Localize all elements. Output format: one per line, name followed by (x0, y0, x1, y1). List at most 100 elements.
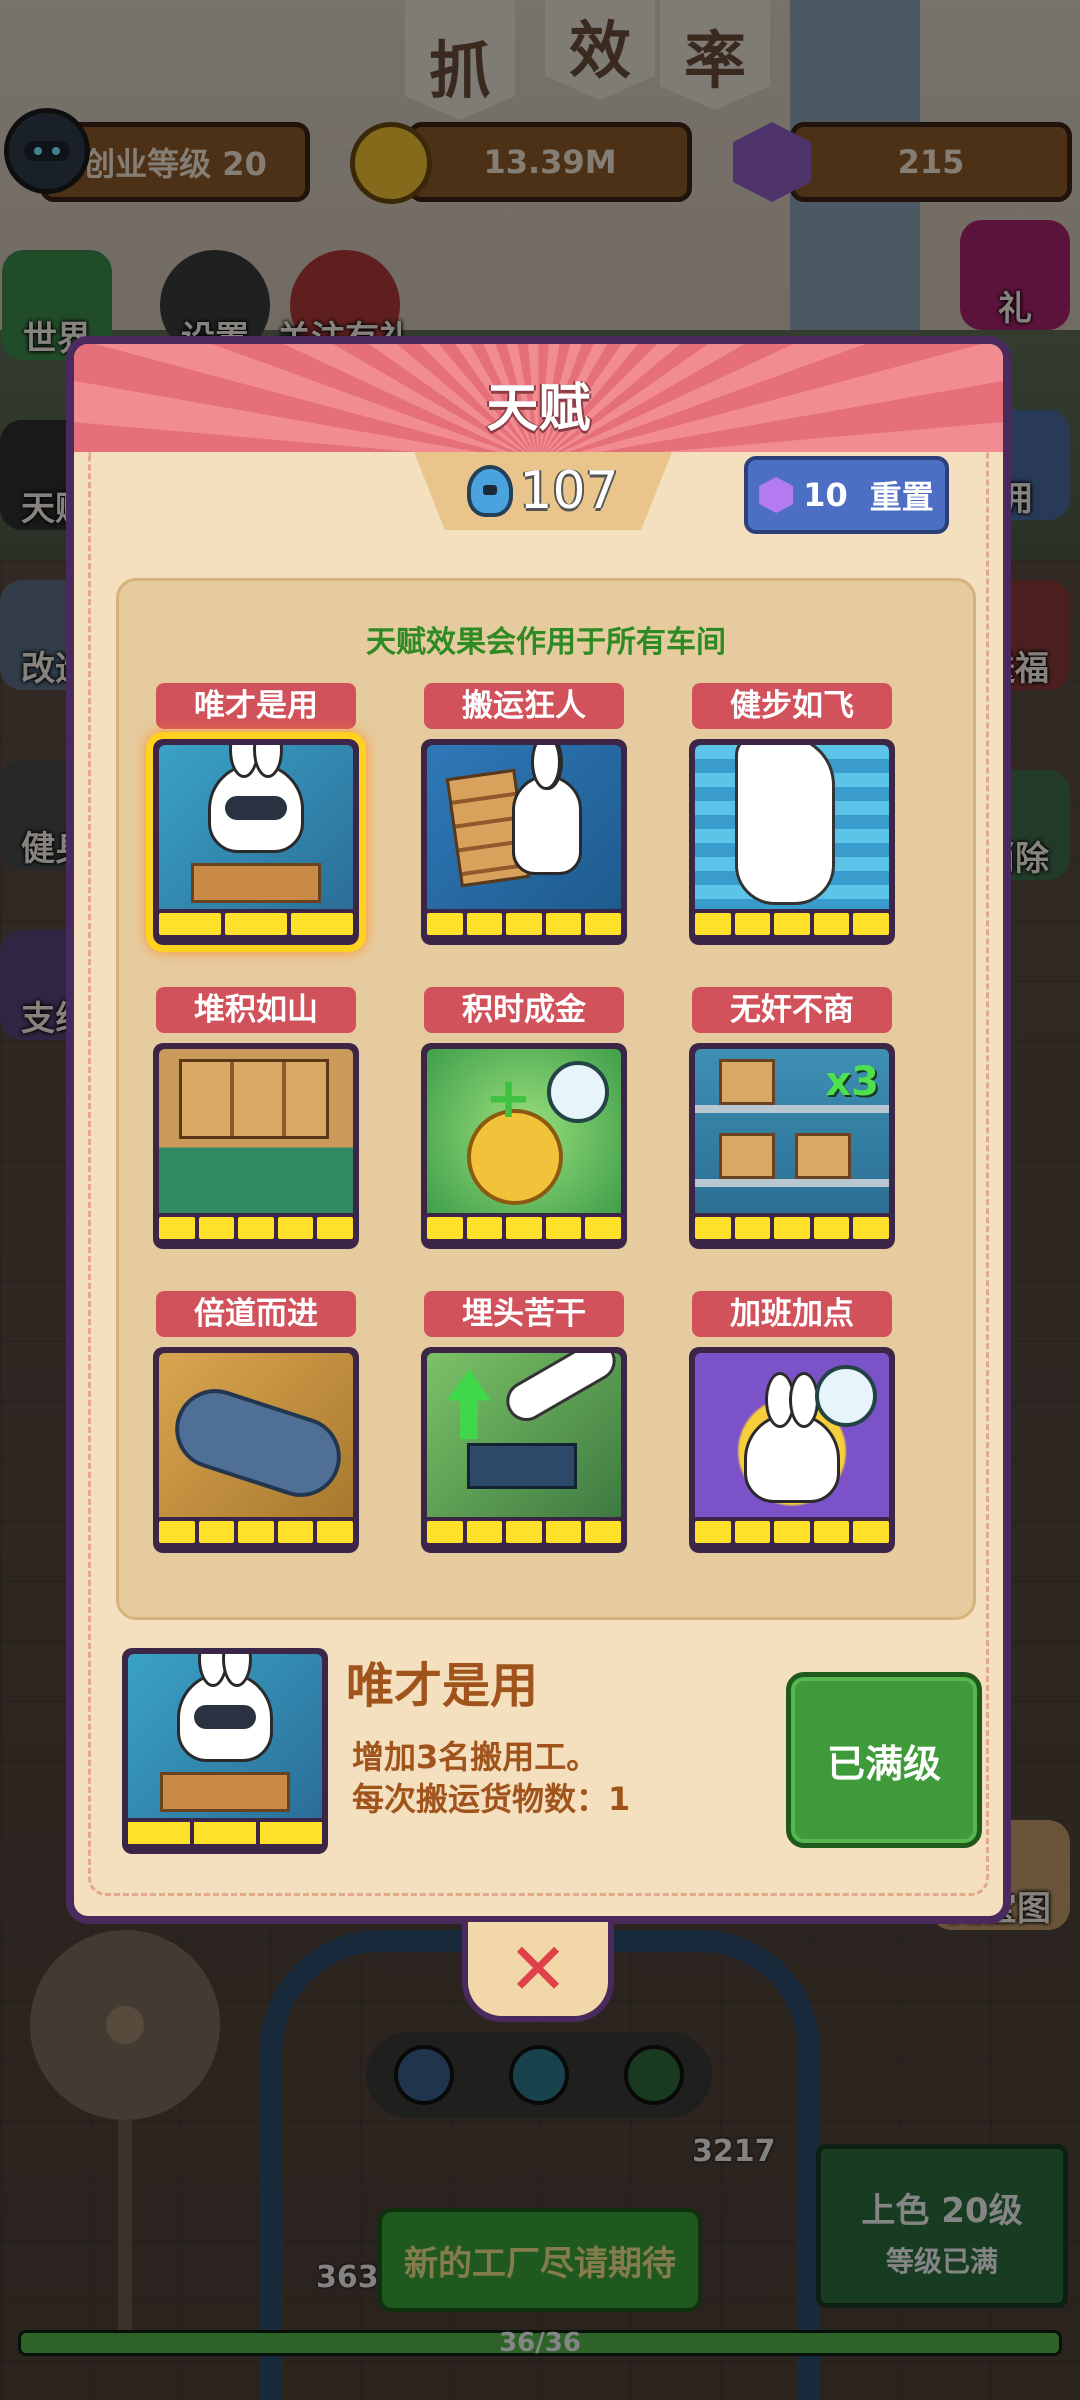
talent-item[interactable]: 加班加点 (687, 1291, 897, 1553)
level-segment (853, 1217, 889, 1239)
talent-level-bars (128, 1822, 322, 1844)
level-segment (159, 913, 221, 935)
level-segment (198, 1521, 235, 1543)
level-segment (774, 913, 810, 935)
arrow-up-icon (447, 1369, 491, 1439)
talent-art (427, 1353, 621, 1517)
talent-name: 埋头苦干 (424, 1291, 624, 1337)
level-segment (585, 1521, 621, 1543)
level-segment (194, 1822, 256, 1844)
talent-card[interactable] (153, 1347, 359, 1553)
talent-card[interactable] (153, 1043, 359, 1249)
talent-art (159, 745, 353, 909)
talent-art: x3 (695, 1049, 889, 1213)
talent-card[interactable] (421, 739, 627, 945)
talent-name: 倍道而进 (156, 1291, 356, 1337)
talent-grid-panel: 天赋效果会作用于所有车间 唯才是用 搬运狂人 健步如飞堆积如山 积时成金 + 无奸不商 x3… (116, 578, 976, 1620)
crate-icon (160, 1772, 290, 1812)
level-segment (734, 913, 771, 935)
talent-name: 唯才是用 (156, 683, 356, 729)
talent-card[interactable] (689, 1347, 895, 1553)
reset-button[interactable]: 10 重置 (744, 456, 949, 534)
bunny-icon (512, 745, 583, 875)
talent-art: + (427, 1049, 621, 1213)
level-segment (277, 1217, 314, 1239)
talent-points-box: 107 (414, 452, 672, 530)
level-segment (198, 1217, 235, 1239)
talent-art (128, 1654, 322, 1818)
level-segment (128, 1822, 190, 1844)
talent-card[interactable] (689, 739, 895, 945)
talent-art (695, 745, 889, 909)
level-segment (427, 913, 463, 935)
selected-talent-name: 唯才是用 (346, 1658, 539, 1714)
talent-name: 加班加点 (692, 1291, 892, 1337)
level-segment (317, 1217, 353, 1239)
level-segment (466, 913, 503, 935)
talent-points-value: 107 (519, 461, 619, 521)
level-segment (225, 913, 287, 935)
level-segment (585, 1217, 621, 1239)
talent-card[interactable] (146, 732, 366, 952)
talent-item[interactable]: 健步如飞 (687, 683, 897, 945)
foot-icon (735, 745, 835, 905)
level-segment (813, 1521, 850, 1543)
level-segment (277, 1521, 314, 1543)
talent-item[interactable]: 唯才是用 (146, 683, 366, 952)
talent-modal: 天赋 107 10 重置 天赋效果会作用于所有车间 唯才是用 搬运狂人 健步如飞堆积… (66, 336, 1011, 1924)
level-segment (774, 1521, 810, 1543)
modal-title: 天赋 (486, 379, 591, 439)
clock-icon (547, 1061, 609, 1123)
talent-item[interactable]: 无奸不商 x3 (687, 987, 897, 1249)
crate-icon (191, 863, 321, 903)
talent-name: 搬运狂人 (424, 683, 624, 729)
level-segment (853, 913, 889, 935)
talent-card[interactable]: x3 (689, 1043, 895, 1249)
talent-card[interactable]: + (421, 1043, 627, 1249)
level-segment (238, 1521, 274, 1543)
level-segment (317, 1521, 353, 1543)
selected-talent-card (122, 1648, 328, 1854)
level-segment (813, 913, 850, 935)
talent-art (695, 1353, 889, 1517)
talent-item[interactable]: 堆积如山 (151, 987, 361, 1249)
close-button[interactable]: ✕ (462, 1922, 614, 2022)
talent-card[interactable] (421, 1347, 627, 1553)
talent-item[interactable]: 倍道而进 (151, 1291, 361, 1553)
level-segment (695, 1217, 731, 1239)
close-icon: ✕ (507, 1927, 569, 2011)
level-segment (506, 913, 542, 935)
talent-name: 堆积如山 (156, 987, 356, 1033)
talent-name: 无奸不商 (692, 987, 892, 1033)
level-segment (506, 1217, 542, 1239)
plus-icon: + (485, 1066, 532, 1131)
multiplier-icon: x3 (825, 1059, 879, 1105)
talent-art (159, 1049, 353, 1213)
anvil-icon (467, 1443, 577, 1489)
level-segment (159, 1521, 195, 1543)
talent-level-bars (427, 1217, 621, 1239)
talent-item[interactable]: 积时成金 + (419, 987, 629, 1249)
level-segment (585, 913, 621, 935)
bunny-icon (177, 1654, 273, 1762)
talent-level-bars (427, 913, 621, 935)
level-segment (427, 1521, 463, 1543)
talent-name: 积时成金 (424, 987, 624, 1033)
talent-note: 天赋效果会作用于所有车间 (366, 625, 726, 660)
clock-icon (815, 1365, 877, 1427)
gem-icon (759, 477, 794, 513)
level-segment (506, 1521, 542, 1543)
reset-label: 重置 (869, 478, 934, 516)
maxed-button[interactable]: 已满级 (786, 1672, 982, 1848)
level-segment (238, 1217, 274, 1239)
level-segment (466, 1521, 503, 1543)
description-line: 增加3名搬用工。 (352, 1738, 599, 1776)
talent-item[interactable]: 搬运狂人 (419, 683, 629, 945)
level-segment (695, 913, 731, 935)
talent-art (427, 745, 621, 909)
talent-item[interactable]: 埋头苦干 (419, 1291, 629, 1553)
talent-point-icon (467, 465, 514, 517)
talent-level-bars (159, 1217, 353, 1239)
talent-level-bars (159, 913, 353, 935)
bunny-icon (208, 745, 304, 853)
